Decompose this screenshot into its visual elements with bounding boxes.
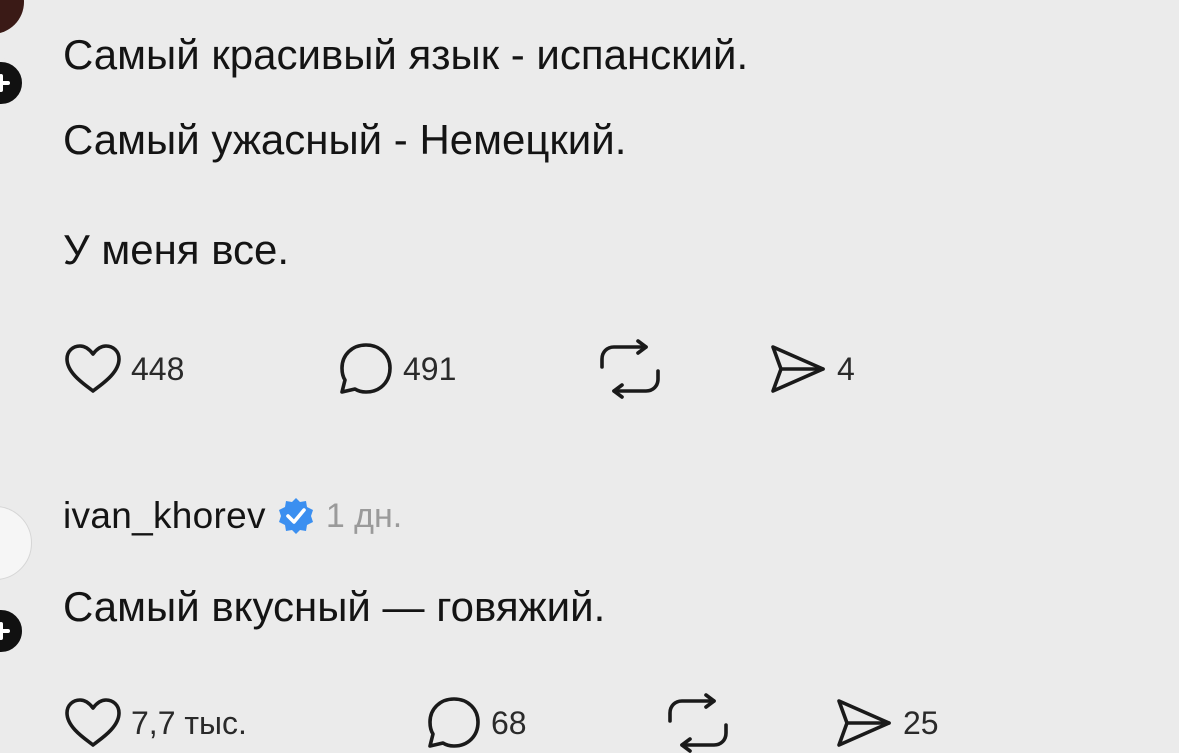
post-text-line: Самый ужасный - Немецкий. — [63, 116, 627, 163]
post-text-line: У меня все. — [63, 226, 290, 273]
follow-plus-icon[interactable] — [0, 606, 26, 656]
post-text-line: Самый вкусный — говяжий. — [63, 583, 606, 630]
post-text-line: Самый красивый язык - испанский. — [63, 31, 749, 78]
post: Самый красивый язык - испанский. Самый у… — [0, 0, 1179, 440]
avatar[interactable] — [0, 506, 32, 580]
reply-count: 68 — [491, 704, 527, 741]
like-count: 7,7 тыс. — [131, 704, 247, 741]
repost-icon — [600, 339, 660, 399]
username-link[interactable]: ivan_khorev — [63, 495, 266, 537]
send-icon — [837, 699, 891, 747]
timestamp: 1 дн. — [325, 496, 403, 535]
share-count: 25 — [903, 704, 939, 741]
verified-badge-icon — [278, 498, 313, 534]
speech-bubble-icon — [340, 343, 392, 394]
reply-button[interactable]: 491 — [337, 339, 456, 399]
follow-plus-icon[interactable] — [0, 58, 26, 108]
post: ivan_khorev 1 дн. Самый вкусный — говяжи… — [0, 440, 1179, 753]
like-count: 448 — [131, 350, 185, 387]
share-button[interactable]: 25 — [833, 693, 939, 753]
send-icon — [771, 345, 825, 393]
like-button[interactable]: 448 — [63, 339, 184, 399]
reply-button[interactable]: 68 — [425, 693, 527, 753]
reply-count: 491 — [403, 350, 457, 387]
repost-icon — [668, 693, 728, 753]
repost-button[interactable] — [594, 339, 666, 399]
like-button[interactable]: 7,7 тыс. — [63, 693, 247, 753]
heart-icon — [65, 344, 121, 393]
post-header: ivan_khorev 1 дн. — [63, 494, 402, 538]
avatar[interactable] — [0, 0, 24, 34]
share-button[interactable]: 4 — [767, 339, 855, 399]
speech-bubble-icon — [428, 697, 480, 748]
share-count: 4 — [837, 350, 855, 387]
heart-icon — [65, 698, 121, 747]
repost-button[interactable] — [662, 693, 734, 753]
